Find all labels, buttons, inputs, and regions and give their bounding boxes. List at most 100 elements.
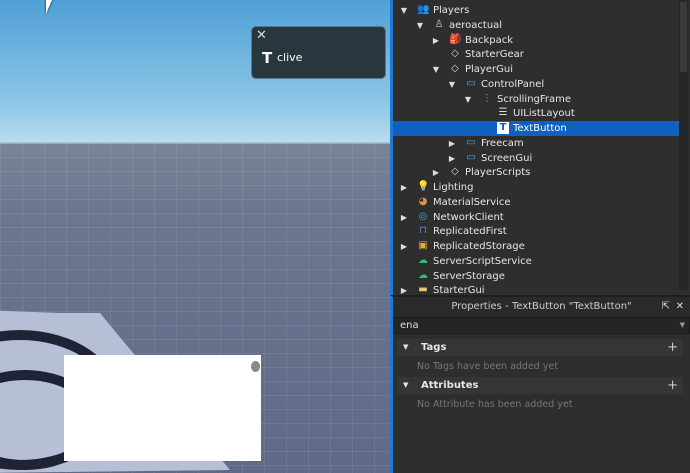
explorer-item-playergui[interactable]: ▼ ◇ PlayerGui (393, 62, 680, 77)
explorer-item-label: PlayerScripts (465, 167, 531, 179)
replicated-first-icon: ⊓ (419, 225, 427, 237)
collapse-icon: ▼ (403, 343, 409, 351)
explorer-item-uilistlayout[interactable]: ☰ UIListLayout (393, 106, 680, 121)
explorer-item-label: StarterGear (465, 49, 524, 61)
collapse-icon: ▼ (403, 381, 409, 389)
properties-title: Properties - TextButton "TextButton" (451, 301, 632, 312)
explorer-item-label: PlayerGui (465, 64, 513, 75)
game-viewport[interactable]: ✕ T clive (0, 0, 390, 473)
explorer-item-label: Players (433, 5, 470, 16)
add-attribute-button[interactable]: + (667, 377, 678, 394)
dropdown-icon[interactable]: ▼ (680, 318, 685, 333)
explorer-item-label: ServerScriptService (433, 255, 532, 267)
explorer-item-label: ReplicatedStorage (433, 241, 525, 252)
explorer-item-replicatedstorage[interactable]: ▶ ▣ ReplicatedStorage (393, 239, 680, 254)
folder-icon: ▬ (418, 284, 428, 295)
expand-arrow-icon[interactable]: ▶ (399, 210, 409, 225)
expand-arrow-icon[interactable]: ▼ (399, 3, 409, 18)
explorer-item-textbutton[interactable]: T TextButton (393, 121, 680, 136)
expand-arrow-icon[interactable]: ▼ (447, 77, 457, 92)
control-panel-frame[interactable] (64, 355, 261, 461)
close-icon[interactable]: ✕ (676, 297, 684, 317)
expand-arrow-icon[interactable]: ▼ (463, 92, 473, 107)
expand-arrow-icon[interactable]: ▶ (431, 33, 441, 48)
players-icon: 👥 (417, 4, 430, 15)
lightbulb-icon: 💡 (417, 181, 430, 192)
network-client-icon: ◎ (418, 210, 428, 222)
explorer-item-label: Lighting (433, 182, 474, 193)
folder-diamond-icon: ◇ (451, 48, 459, 60)
expand-arrow-icon[interactable]: ▶ (399, 239, 409, 254)
explorer-item-startergui[interactable]: ▶ ▬ StarterGui (393, 283, 680, 295)
explorer-item-replicatedfirst[interactable]: ⊓ ReplicatedFirst (393, 224, 680, 239)
expand-arrow-icon[interactable]: ▶ (447, 151, 457, 166)
expand-arrow-icon[interactable]: ▶ (399, 180, 409, 195)
explorer-item-label: NetworkClient (433, 211, 504, 223)
add-tag-button[interactable]: + (667, 339, 678, 356)
screengui-icon: ▭ (466, 136, 476, 148)
scrollbar-dot (251, 361, 260, 372)
mouse-cursor-icon (46, 0, 52, 14)
screengui-icon: ▭ (466, 77, 476, 89)
username: clive (277, 51, 303, 64)
diamond-icon: ◇ (451, 166, 459, 178)
material-service-icon: ◕ (418, 195, 428, 207)
explorer-item-label: ControlPanel (481, 78, 545, 90)
properties-title-bar: Properties - TextButton "TextButton" ⇱ ✕ (393, 297, 690, 317)
explorer-item-players[interactable]: ▼ 👥 Players (393, 3, 680, 18)
server-script-service-icon: ☁ (418, 254, 428, 266)
explorer-item-networkclient[interactable]: ▶ ◎ NetworkClient (393, 210, 680, 225)
undock-icon[interactable]: ⇱ (662, 297, 670, 317)
backpack-icon: 🎒 (449, 33, 462, 45)
filter-value: ena (400, 320, 419, 331)
diamond-icon: ◇ (451, 63, 459, 74)
scrollingframe-icon: ⋮ (482, 92, 492, 104)
expand-arrow-icon[interactable]: ▶ (447, 136, 457, 151)
explorer-item-backpack[interactable]: ▶ 🎒 Backpack (393, 33, 680, 48)
explorer-item-label: Backpack (465, 34, 514, 46)
hammer-icon: T (262, 49, 273, 67)
explorer-panel: ▼ 👥 Players ▼ ♙ aeroactual ▶ 🎒 Backpack ◇ StarterG… (390, 0, 690, 295)
properties-panel: Properties - TextButton "TextButton" ⇱ ✕… (390, 295, 690, 473)
explorer-scroll-thumb[interactable] (680, 2, 687, 72)
explorer-item-serverstorage[interactable]: ☁ ServerStorage (393, 269, 680, 284)
tags-label: Tags (421, 342, 447, 353)
replicated-storage-icon: ▣ (418, 240, 428, 251)
explorer-item-label: MaterialService (433, 196, 511, 208)
explorer-item-label: ReplicatedFirst (433, 226, 507, 238)
explorer-item-controlpanel[interactable]: ▼ ▭ ControlPanel (393, 77, 680, 92)
explorer-item-label: UIListLayout (513, 108, 575, 120)
explorer-item-materialservice[interactable]: ◕ MaterialService (393, 195, 680, 210)
explorer-item-screengui[interactable]: ▶ ▭ ScreenGui (393, 151, 680, 166)
user-notification: ✕ T clive (251, 26, 386, 79)
explorer-item-label: ScreenGui (481, 152, 533, 164)
screengui-icon: ▭ (466, 151, 476, 163)
textbutton-icon: T (497, 122, 509, 134)
explorer-item-scrollingframe[interactable]: ▼ ⋮ ScrollingFrame (393, 92, 680, 107)
explorer-item-label: aeroactual (449, 19, 503, 31)
explorer-item-label: Freecam (481, 137, 524, 149)
attributes-empty-text: No Attribute has been added yet (417, 399, 573, 410)
attributes-section-header[interactable]: ▼ Attributes + (397, 377, 683, 394)
expand-arrow-icon[interactable]: ▶ (431, 165, 441, 180)
expand-arrow-icon[interactable]: ▶ (399, 283, 409, 295)
explorer-item-lighting[interactable]: ▶ 💡 Lighting (393, 180, 680, 195)
explorer-item-playerscripts[interactable]: ▶ ◇ PlayerScripts (393, 165, 680, 180)
expand-arrow-icon[interactable]: ▼ (415, 18, 425, 33)
explorer-item-label: TextButton (513, 123, 567, 134)
explorer-item-label: ServerStorage (433, 270, 505, 282)
player-icon: ♙ (434, 18, 444, 30)
explorer-item-aeroactual[interactable]: ▼ ♙ aeroactual (393, 18, 680, 33)
expand-arrow-icon[interactable]: ▼ (431, 62, 441, 77)
explorer-item-freecam[interactable]: ▶ ▭ Freecam (393, 136, 680, 151)
explorer-item-startergear[interactable]: ◇ StarterGear (393, 47, 680, 62)
server-storage-icon: ☁ (418, 269, 428, 281)
close-icon[interactable]: ✕ (256, 28, 267, 43)
explorer-item-label: ScrollingFrame (497, 93, 572, 105)
attributes-label: Attributes (421, 380, 479, 391)
tags-section-header[interactable]: ▼ Tags + (397, 339, 683, 356)
property-filter-input[interactable]: ena ▼ (393, 317, 690, 334)
explorer-item-label: StarterGui (433, 285, 485, 295)
tags-empty-text: No Tags have been added yet (417, 361, 559, 372)
explorer-item-serverscriptservice[interactable]: ☁ ServerScriptService (393, 254, 680, 269)
